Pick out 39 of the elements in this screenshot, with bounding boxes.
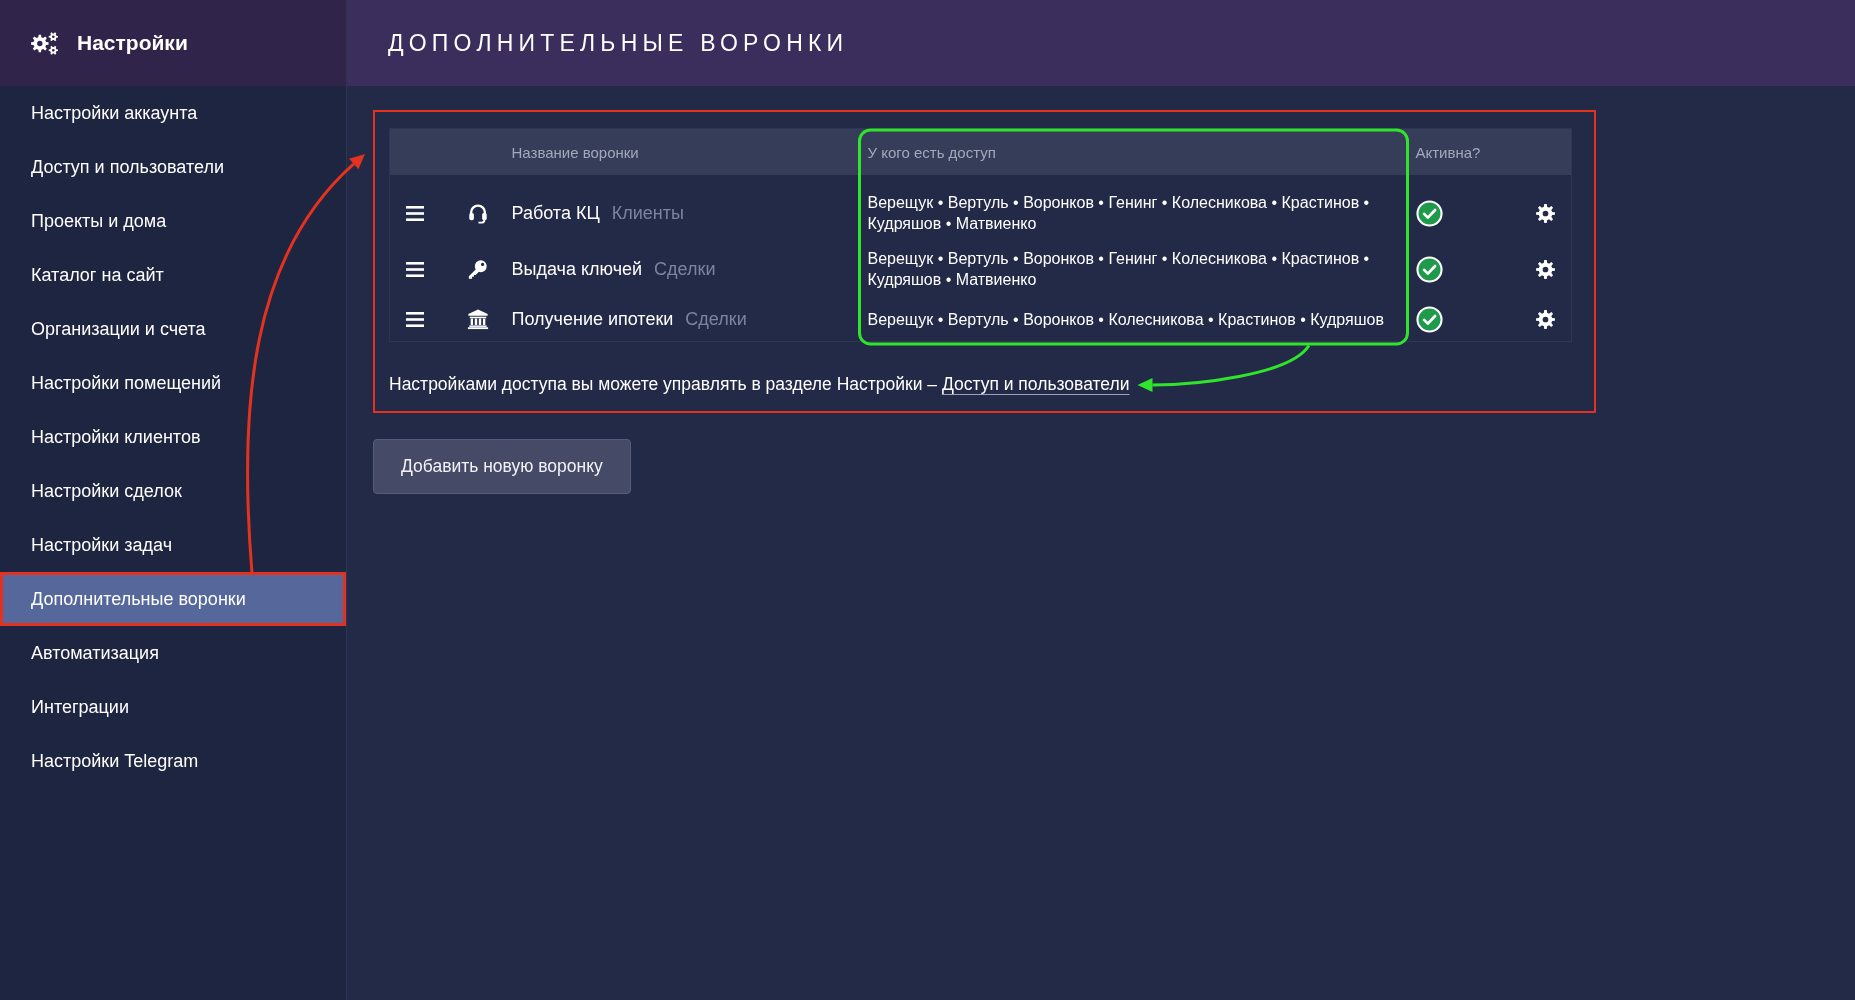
funnel-type: Сделки <box>654 258 716 279</box>
access-list: Верещук • Вертуль • Воронков • Колесникова • Крастинов • Кудряшов <box>859 297 1408 342</box>
sidebar-item[interactable]: Доступ и пользователи <box>0 140 346 194</box>
funnel-name: Выдача ключей <box>511 258 643 279</box>
sidebar-item[interactable]: Интеграции <box>0 680 346 734</box>
settings-icon[interactable] <box>1535 309 1555 329</box>
column-header: У кого есть доступ <box>859 128 1408 175</box>
funnel-type: Клиенты <box>611 202 684 223</box>
key-icon <box>466 258 489 280</box>
sidebar-item[interactable]: Автоматизация <box>0 626 346 680</box>
access-list: Верещук • Вертуль • Воронков • Генинг • Колесникова • Крастинов • Кудряшов • Матвиенко <box>859 241 1408 297</box>
bank-icon <box>466 308 489 330</box>
access-list: Верещук • Вертуль • Воронков • Генинг • Колесникова • Крастинов • Кудряшов • Матвиенко <box>859 175 1408 241</box>
sidebar-item[interactable]: Проекты и дома <box>0 194 346 248</box>
drag-handle-icon[interactable] <box>406 311 424 327</box>
sidebar-item[interactable]: Настройки аккаунта <box>0 86 346 140</box>
column-header: Активна? <box>1407 128 1501 175</box>
drag-handle-icon[interactable] <box>406 261 424 277</box>
funnel-name: Работа КЦ <box>511 202 600 223</box>
hint-text: Настройками доступа вы можете управлять в разделе Настройки – Доступ и пользователи <box>389 373 1131 395</box>
sidebar-item[interactable]: Настройки сделок <box>0 464 346 518</box>
drag-handle-icon[interactable] <box>406 205 424 221</box>
sidebar-item[interactable]: Каталог на сайт <box>0 248 346 302</box>
sidebar-item[interactable]: Настройки задач <box>0 518 346 572</box>
settings-icon[interactable] <box>1535 259 1555 279</box>
headset-icon <box>466 202 489 224</box>
sidebar-item[interactable]: Настройки Telegram <box>0 734 346 788</box>
funnel-type: Сделки <box>685 308 747 329</box>
funnel-name: Получение ипотеки <box>511 308 674 329</box>
gears-icon <box>31 31 58 55</box>
column-header: Название воронки <box>500 128 860 175</box>
sidebar-item[interactable]: Настройки клиентов <box>0 410 346 464</box>
sidebar-item[interactable]: Организации и счета <box>0 302 346 356</box>
settings-icon[interactable] <box>1535 203 1555 223</box>
add-funnel-button[interactable]: Добавить новую воронку <box>373 439 631 494</box>
sidebar-item[interactable]: Настройки помещений <box>0 356 346 410</box>
sidebar-title: Настройки <box>77 31 188 55</box>
access-link[interactable]: Доступ и пользователи <box>941 374 1130 394</box>
page-title: ДОПОЛНИТЕЛЬНЫЕ ВОРОНКИ <box>388 29 849 57</box>
